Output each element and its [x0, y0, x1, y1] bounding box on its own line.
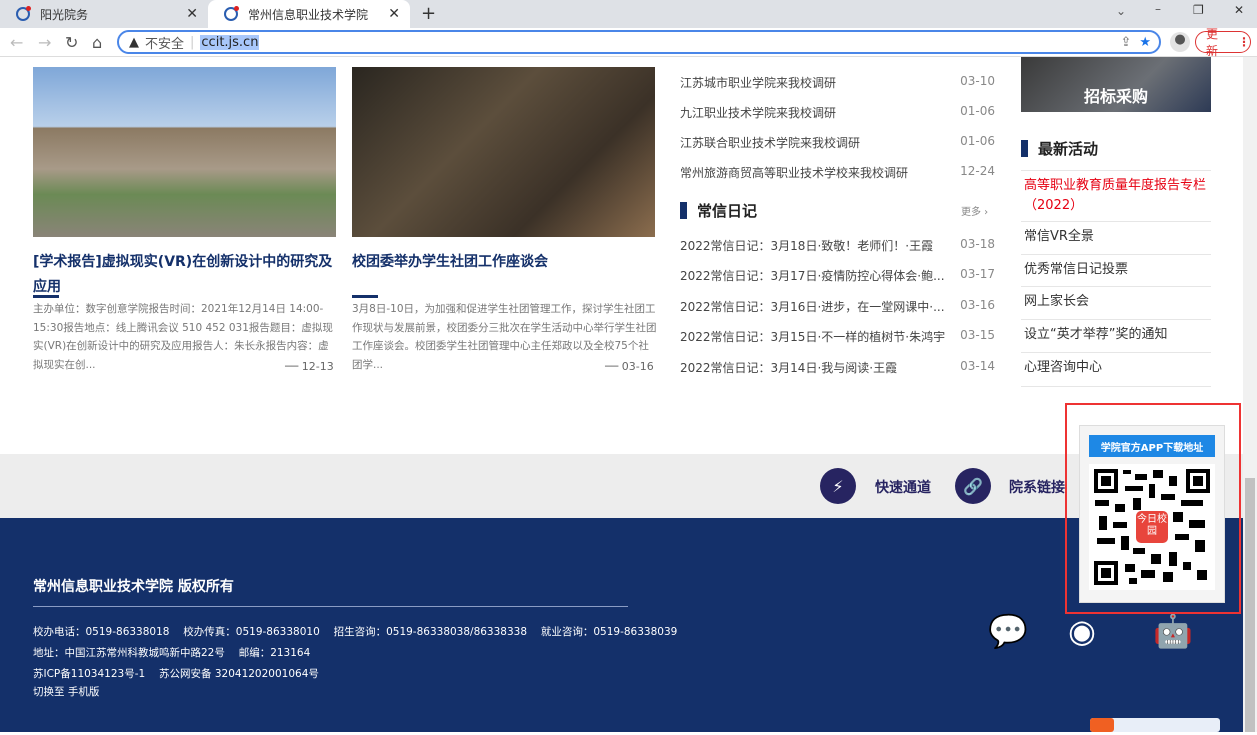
- title-underline: [33, 295, 59, 298]
- close-tab-icon[interactable]: ✕: [186, 6, 198, 22]
- forward-button[interactable]: →: [38, 33, 51, 52]
- news-date: ── 03-16: [605, 360, 654, 373]
- bookmark-star-icon[interactable]: ★: [1139, 35, 1151, 50]
- share-icon[interactable]: ⇪: [1120, 35, 1131, 50]
- tab-label: 阳光院务: [40, 7, 89, 22]
- activity-item[interactable]: 设立“英才举荐”奖的通知: [1021, 319, 1211, 350]
- profile-icon[interactable]: ●: [1170, 32, 1190, 52]
- list-item[interactable]: 江苏联合职业技术学院来我校调研 01-06: [680, 134, 995, 151]
- list-item[interactable]: 九江职业技术学院来我校调研 01-06: [680, 104, 995, 121]
- back-button[interactable]: ←: [10, 33, 23, 52]
- lightning-icon[interactable]: ⚡: [820, 468, 856, 504]
- menu-icon: ⋮: [1238, 35, 1250, 49]
- security-label[interactable]: 不安全: [145, 33, 184, 52]
- contact-phones: 校办电话：0519-86338018 校办传真：0519-86338010 招生…: [33, 626, 678, 638]
- tab-label: 常州信息职业技术学院: [248, 7, 369, 22]
- list-item[interactable]: 2022常信日记：3月15日·不一样的植树节·朱鸿宇 03-15: [680, 328, 995, 345]
- qr-badge-label: 今日校园: [1137, 514, 1167, 537]
- activity-item[interactable]: 常信VR全景: [1021, 221, 1211, 252]
- list-item[interactable]: 2022常信日记：3月14日·我与阅读·王霞 03-14: [680, 359, 995, 376]
- close-window-button[interactable]: ✕: [1234, 3, 1244, 17]
- procurement-banner[interactable]: 招标采购: [1021, 57, 1211, 112]
- tab-ccit[interactable]: 常州信息职业技术学院 ✕: [208, 0, 410, 28]
- app-download-label: 学院官方APP下载地址: [1089, 435, 1215, 457]
- reload-button[interactable]: ↻: [65, 33, 78, 52]
- footer-divider: [33, 606, 628, 607]
- news-image-colonnade[interactable]: [33, 67, 336, 237]
- diary-more-link[interactable]: 更多 ›: [961, 203, 988, 218]
- sogou-icon: [1090, 718, 1114, 732]
- list-item[interactable]: 常州旅游商贸高等职业技术学校来我校调研 12-24: [680, 164, 995, 181]
- scrollbar-thumb[interactable]: [1245, 478, 1255, 732]
- quick-access-link[interactable]: 快速通道: [875, 477, 931, 497]
- list-item[interactable]: 2022常信日记：3月16日·进步，在一堂网课中·... 03-16: [680, 298, 995, 315]
- qr-code: 今日校园: [1089, 464, 1215, 590]
- wechat-icon[interactable]: 💬: [988, 612, 1028, 650]
- new-tab-button[interactable]: +: [421, 3, 436, 24]
- warning-icon: ▲: [129, 34, 139, 50]
- news-date: ── 12-13: [285, 360, 334, 373]
- list-item[interactable]: 2022常信日记：3月18日·致敬！老师们！·王霞 03-18: [680, 237, 995, 254]
- close-tab-icon[interactable]: ✕: [388, 6, 400, 22]
- link-chain-icon[interactable]: 🔗: [955, 468, 991, 504]
- title-underline: [352, 295, 378, 298]
- address-bar[interactable]: ▲ 不安全 | ccit.js.cn ⇪ ★: [117, 30, 1161, 54]
- mobile-switch-link[interactable]: 切换至 手机版: [33, 684, 99, 699]
- site-favicon-icon: [224, 6, 239, 21]
- weibo-icon[interactable]: ◉: [1068, 612, 1096, 650]
- address: 地址：中国江苏常州科教城鸣新中路22号 邮编：213164: [33, 647, 311, 659]
- url-text[interactable]: ccit.js.cn: [200, 34, 260, 50]
- ime-toolbar[interactable]: [1090, 718, 1220, 732]
- tab-search-icon[interactable]: ⌄: [1116, 4, 1126, 18]
- home-button[interactable]: ⌂: [92, 33, 102, 52]
- icp-record[interactable]: 苏ICP备11034123号-1 苏公网安备 32041202001064号: [33, 666, 319, 681]
- activity-heading: 最新活动: [1021, 138, 1098, 159]
- divider: [1021, 386, 1211, 387]
- news-title[interactable]: [学术报告]虚拟现实(VR)在创新设计中的研究及应用: [33, 250, 338, 300]
- diary-heading: 常信日记: [680, 200, 757, 221]
- department-links[interactable]: 院系链接: [1009, 477, 1065, 497]
- footer-title: 常州信息职业技术学院 版权所有: [33, 579, 234, 595]
- list-item[interactable]: 2022常信日记：3月17日·疫情防控心得体会·鲍... 03-17: [680, 267, 995, 284]
- news-image-meeting[interactable]: [352, 67, 655, 237]
- maximize-button[interactable]: ❐: [1193, 3, 1204, 17]
- update-button[interactable]: 更新 ⋮: [1195, 27, 1251, 58]
- activity-item[interactable]: 网上家长会: [1021, 286, 1211, 317]
- site-favicon-icon: [16, 6, 31, 21]
- activity-item[interactable]: 心理咨询中心: [1021, 352, 1211, 383]
- activity-item[interactable]: 优秀常信日记投票: [1021, 254, 1211, 285]
- tab-yangguang[interactable]: 阳光院务 ✕: [0, 0, 208, 28]
- minimize-button[interactable]: –: [1155, 2, 1161, 16]
- activity-item[interactable]: 高等职业教育质量年度报告专栏（2022）: [1021, 170, 1211, 221]
- android-icon[interactable]: 🤖: [1153, 612, 1193, 650]
- list-item[interactable]: 江苏城市职业学院来我校调研 03-10: [680, 74, 995, 91]
- news-title[interactable]: 校团委举办学生社团工作座谈会: [352, 250, 657, 275]
